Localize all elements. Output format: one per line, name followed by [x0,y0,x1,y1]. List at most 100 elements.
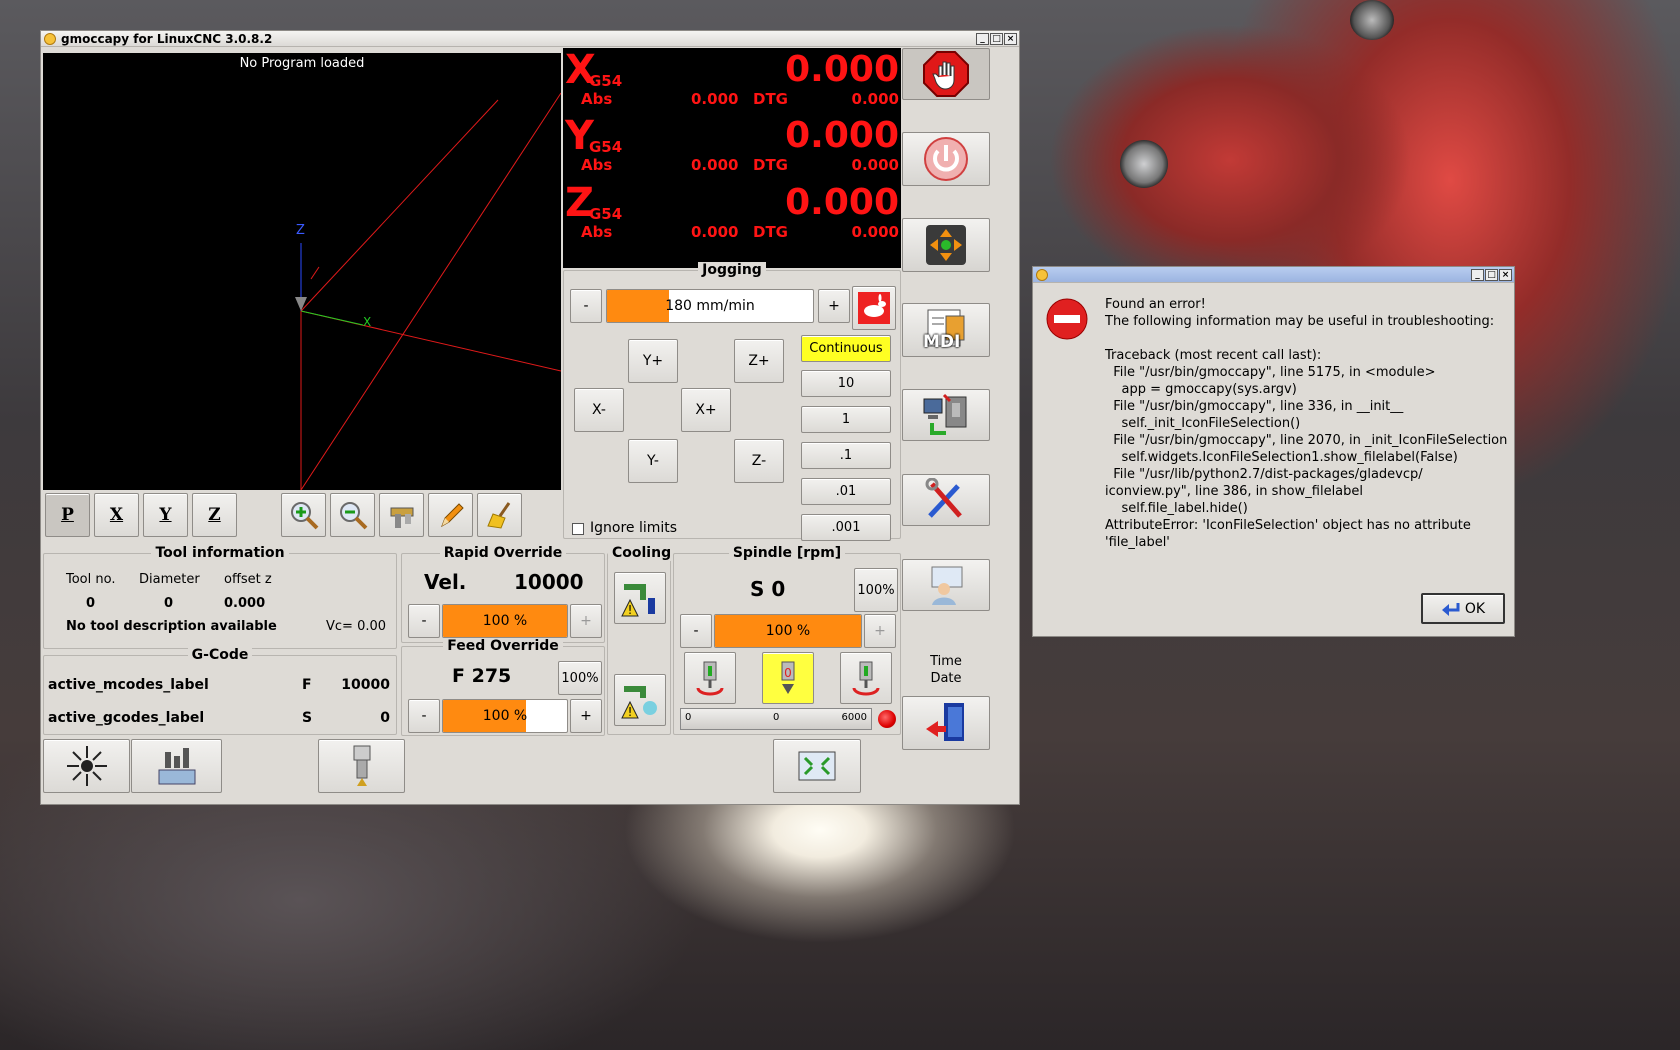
increment-0.01-button[interactable]: .01 [801,478,891,505]
feed-percent-button[interactable]: 100% [558,661,602,695]
maximize-button[interactable]: □ [990,33,1003,45]
dro-abs-label: Abs [581,223,613,241]
auto-mode-button[interactable] [902,389,990,441]
zoom-out-button[interactable] [330,493,375,537]
jog-rapid-toggle[interactable] [852,286,896,330]
zminus-label: Z- [751,453,767,469]
bottom-toolbar [43,739,901,795]
dro-value[interactable]: 0.000 [785,48,899,92]
rabbit-icon [858,292,890,324]
error-line: The following information may be useful … [1105,314,1495,329]
error-icon [1046,298,1088,340]
error-line: Traceback (most recent call last): [1105,348,1322,363]
view-z-button[interactable]: Z [192,493,237,537]
increment-1-button[interactable]: 1 [801,406,891,433]
view-y-label: Y [159,505,172,525]
ref-all-button[interactable] [43,739,130,793]
flood-button[interactable]: ! [614,572,666,624]
tools-icon [925,478,962,518]
mist-coolant-icon: ! [621,686,657,719]
feed-plus-button[interactable]: + [570,699,602,733]
mdi-mode-button[interactable]: MDI [902,303,990,357]
increment-continuous-button[interactable]: Continuous [801,335,891,362]
cooling-frame: Cooling ! ! [607,545,676,735]
xplus-label: X+ [695,402,717,418]
time-label: Time [930,654,962,669]
exit-button[interactable] [902,696,990,750]
jog-speed-plus-button[interactable]: + [818,289,850,323]
caliper-icon [390,507,413,528]
view-perspective-button[interactable]: P [45,493,90,537]
gcode-preview[interactable]: No Program loaded Z X [43,53,561,490]
show-tool-path-button[interactable] [428,493,473,537]
settings-button[interactable] [902,474,990,526]
spindle-minus-button[interactable]: - [680,614,712,648]
dialog-maximize-button[interactable]: □ [1485,269,1498,281]
dimensions-button[interactable] [379,493,424,537]
manual-mode-button[interactable] [902,218,990,272]
ok-label: OK [1464,600,1486,617]
mist-button[interactable]: ! [614,674,666,726]
plus-label: + [828,298,840,314]
ignore-limits-checkbox[interactable] [572,523,584,535]
active-gcodes-label: active_gcodes_label [48,710,205,726]
error-dialog: _ □ × Found an error! The following infor… [1032,266,1515,637]
increment-0.001-button[interactable]: .001 [801,514,891,541]
jog-speed-minus-button[interactable]: - [570,289,602,323]
fullscreen-button[interactable] [773,739,861,793]
dro-value[interactable]: 0.000 [785,114,899,158]
dialog-close-button[interactable]: × [1499,269,1512,281]
zoom-in-button[interactable] [281,493,326,537]
tool-button[interactable] [318,739,405,793]
diameter-value: 0 [164,596,174,611]
increment-10-button[interactable]: 10 [801,370,891,397]
close-button[interactable]: × [1004,33,1017,45]
gcode-title: G-Code [187,647,253,663]
dro-value[interactable]: 0.000 [785,181,899,225]
user-tabs-button[interactable] [902,559,990,611]
error-line: File "/usr/bin/gmoccapy", line 336, in _… [1105,399,1404,414]
spindle-reverse-button[interactable] [840,652,892,704]
jog-x-plus-button[interactable]: X+ [681,388,731,432]
minimize-button[interactable]: _ [976,33,989,45]
offset-z-value: 0.000 [224,596,266,611]
active-mcodes-label: active_mcodes_label [48,677,209,693]
machine-power-button[interactable] [902,132,990,186]
time-date-display: Time Date [902,653,990,687]
dro-abs-label: Abs [581,90,613,108]
axis-x-label: X [363,315,372,329]
feed-override-frame: Feed Override F 275 100% - 100 % + [401,638,605,736]
date-label: Date [930,671,962,686]
dro-abs-label: Abs [581,156,613,174]
jog-z-minus-button[interactable]: Z- [734,439,784,483]
dialog-ok-button[interactable]: OK [1421,593,1505,624]
feed-override-slider[interactable]: 100 % [442,699,568,733]
rapid-override-slider[interactable]: 100 % [442,604,568,638]
increment-0.1-button[interactable]: .1 [801,442,891,469]
spindle-percent-button[interactable]: 100% [854,568,898,612]
jog-z-plus-button[interactable]: Z+ [734,339,784,383]
rapid-minus-button[interactable]: - [408,604,440,638]
dro-dtg-label: DTG [753,223,788,241]
rapid-plus-button[interactable]: + [570,604,602,638]
dialog-minimize-button[interactable]: _ [1471,269,1484,281]
touch-off-button[interactable] [131,739,222,793]
clear-plot-button[interactable] [477,493,522,537]
jog-x-minus-button[interactable]: X- [574,388,624,432]
jog-y-minus-button[interactable]: Y- [628,439,678,483]
spindle-override-slider[interactable]: 100 % [714,614,862,648]
estop-button[interactable] [902,48,990,100]
flood-coolant-icon: ! [621,584,655,617]
jogging-frame: Jogging - 180 mm/min + Y+ Z+ X- X+ Y- Z-… [563,262,901,541]
spindle-forward-button[interactable] [684,652,736,704]
view-x-button[interactable]: X [94,493,139,537]
spindle-stop-button[interactable]: 0 [762,652,814,704]
jog-speed-slider[interactable]: 180 mm/min [606,289,814,323]
feed-text: F 275 [452,665,512,687]
view-y-button[interactable]: Y [143,493,188,537]
feed-minus-button[interactable]: - [408,699,440,733]
spindle-plus-button[interactable]: + [864,614,896,648]
jog-y-plus-button[interactable]: Y+ [628,339,678,383]
spindle-ccw-icon [852,661,880,696]
gauge-value: 0 [773,712,780,723]
